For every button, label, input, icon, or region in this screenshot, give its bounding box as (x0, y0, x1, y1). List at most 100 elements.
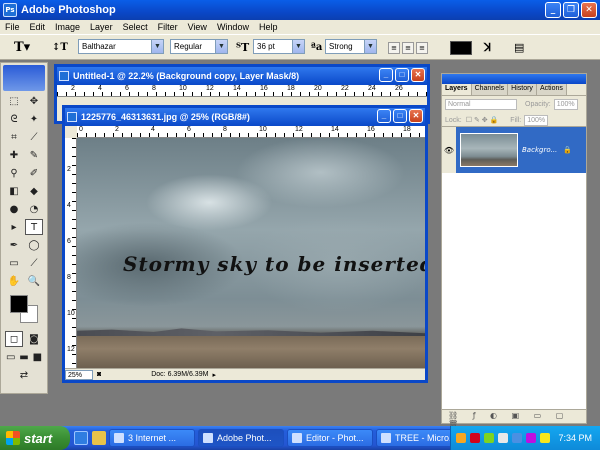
blur-tool-icon[interactable]: ● (5, 201, 23, 217)
document-title-bar[interactable]: 1225776_46313631.jpg @ 25% (RGB/8#) _ □ … (65, 108, 425, 126)
screen-mode-standard-icon[interactable]: ▭ (4, 349, 17, 365)
task-internet[interactable]: 3 Internet ... (109, 429, 195, 447)
tab-history[interactable]: History (508, 84, 537, 95)
hand-tool-icon[interactable]: ✋ (5, 273, 23, 289)
standard-mode-icon[interactable]: ◻ (5, 331, 23, 347)
tab-channels[interactable]: Channels (471, 84, 509, 95)
panel-title-bar[interactable] (442, 74, 586, 84)
shape-tool-icon[interactable]: ◯ (25, 237, 43, 253)
font-family-select[interactable]: Balthazar ▼ (78, 39, 164, 54)
tray-icon[interactable] (526, 433, 537, 443)
screen-mode-fullscreen-icon[interactable]: ■ (31, 349, 44, 365)
align-right-icon[interactable]: ≡ (416, 42, 428, 54)
maximize-button[interactable]: □ (395, 68, 409, 82)
screen-mode-full-icon[interactable]: ▬ (17, 349, 30, 365)
ruler-tick-label: 14 (331, 126, 339, 133)
text-color-swatch[interactable] (450, 41, 472, 55)
close-button[interactable]: ✕ (409, 109, 423, 123)
windows-taskbar: start 3 Internet ... Adobe Phot... Edito… (0, 426, 600, 450)
maximize-button[interactable]: □ (393, 109, 407, 123)
close-button[interactable]: ✕ (581, 2, 597, 18)
font-style-select[interactable]: Regular ▼ (170, 39, 228, 54)
task-editor[interactable]: Editor - Phot... (287, 429, 373, 447)
color-swatches[interactable] (4, 293, 44, 327)
lock-icons[interactable]: ☐ ✎ ✥ 🔒 (466, 116, 499, 124)
tray-icon[interactable] (484, 433, 495, 443)
eyedropper-icon[interactable]: ⟋ (25, 255, 43, 271)
start-button[interactable]: start (0, 426, 70, 450)
fill-field[interactable]: 100% (524, 114, 549, 126)
tab-layers[interactable]: Layers (442, 84, 472, 95)
minimize-button[interactable]: _ (377, 109, 391, 123)
ie-quicklaunch-icon[interactable] (74, 431, 88, 445)
tray-icon[interactable] (512, 433, 523, 443)
opacity-field[interactable]: 100% (553, 98, 578, 110)
speaker-icon[interactable] (540, 433, 551, 443)
align-left-icon[interactable]: ≡ (388, 42, 400, 54)
minimize-button[interactable]: _ (379, 68, 393, 82)
document-window-photo[interactable]: 1225776_46313631.jpg @ 25% (RGB/8#) _ □ … (62, 105, 428, 383)
folder-quicklaunch-icon[interactable] (92, 431, 106, 445)
text-layer-caption[interactable]: Stormy sky to be inserted (123, 252, 425, 276)
lasso-tool-icon[interactable]: ᘓ (5, 111, 23, 127)
ruler-tick-label: 16 (367, 126, 375, 133)
status-icon[interactable]: ◙ (97, 371, 101, 378)
clone-stamp-icon[interactable]: ⚲ (5, 165, 23, 181)
canvas-image[interactable]: Stormy sky to be inserted (77, 138, 425, 368)
move-tool-icon[interactable]: ✥ (25, 93, 43, 109)
type-tool-preset-icon[interactable]: T▾ (14, 39, 30, 56)
font-size-select[interactable]: 36 pt ▼ (253, 39, 305, 54)
layer-row-background[interactable]: 👁 Backgro... 🔒 (442, 127, 586, 173)
magic-wand-icon[interactable]: ✦ (25, 111, 43, 127)
status-menu-arrow-icon[interactable]: ▸ (212, 371, 216, 379)
tray-icon[interactable] (456, 433, 467, 443)
type-tool-icon[interactable]: T (25, 219, 43, 235)
history-brush-icon[interactable]: ✐ (25, 165, 43, 181)
restore-button[interactable]: ❐ (563, 2, 579, 18)
warp-text-icon[interactable]: ꓘ (484, 39, 491, 56)
jump-to-imageready-icon[interactable]: ⇄ (15, 367, 33, 383)
menu-edit[interactable]: Edit (25, 22, 51, 32)
healing-brush-icon[interactable]: ✚ (5, 147, 23, 163)
slice-tool-icon[interactable]: ⟋ (25, 129, 43, 145)
system-tray: 7:34 PM (450, 426, 600, 450)
task-photoshop[interactable]: Adobe Phot... (198, 429, 284, 447)
brush-tool-icon[interactable]: ✎ (25, 147, 43, 163)
dodge-tool-icon[interactable]: ◔ (25, 201, 43, 217)
menu-image[interactable]: Image (50, 22, 85, 32)
close-button[interactable]: ✕ (411, 68, 425, 82)
align-center-icon[interactable]: ≡ (402, 42, 414, 54)
tray-icon[interactable] (470, 433, 481, 443)
menu-filter[interactable]: Filter (153, 22, 183, 32)
crop-tool-icon[interactable]: ⌗ (5, 129, 23, 145)
ruler-tick-label: 26 (395, 85, 403, 92)
path-select-icon[interactable]: ▸ (5, 219, 23, 235)
text-orientation-icon[interactable]: ↕T (52, 39, 68, 56)
foreground-color[interactable] (10, 295, 28, 313)
options-bar: T▾ ↕T Balthazar ▼ Regular ▼ ᵀT 36 pt ▼ ªa S… (0, 34, 600, 60)
ruler-tick-label: 12 (206, 85, 214, 92)
menu-file[interactable]: File (0, 22, 25, 32)
quickmask-mode-icon[interactable]: ◙ (25, 331, 43, 347)
pen-tool-icon[interactable]: ✒ (5, 237, 23, 253)
zoom-tool-icon[interactable]: 🔍 (25, 273, 43, 289)
document-title-bar[interactable]: Untitled-1 @ 22.2% (Background copy, Lay… (57, 67, 427, 85)
marquee-tool-icon[interactable]: ⬚ (5, 93, 23, 109)
paint-bucket-icon[interactable]: ◆ (25, 183, 43, 199)
eye-visibility-icon[interactable]: 👁 (442, 127, 456, 173)
antialias-select[interactable]: Strong ▼ (325, 39, 377, 54)
tab-actions[interactable]: Actions (536, 84, 567, 95)
blend-mode-select[interactable]: Normal (445, 98, 517, 110)
minimize-button[interactable]: _ (545, 2, 561, 18)
menu-help[interactable]: Help (254, 22, 283, 32)
menu-view[interactable]: View (183, 22, 212, 32)
font-size-value: 36 pt (257, 42, 275, 51)
eraser-tool-icon[interactable]: ◧ (5, 183, 23, 199)
zoom-field[interactable]: 25% (65, 369, 93, 380)
menu-layer[interactable]: Layer (85, 22, 118, 32)
palettes-toggle-icon[interactable]: ▤ (514, 39, 524, 56)
menu-select[interactable]: Select (118, 22, 153, 32)
notes-tool-icon[interactable]: ▭ (5, 255, 23, 271)
tray-icon[interactable] (498, 433, 509, 443)
menu-window[interactable]: Window (212, 22, 254, 32)
